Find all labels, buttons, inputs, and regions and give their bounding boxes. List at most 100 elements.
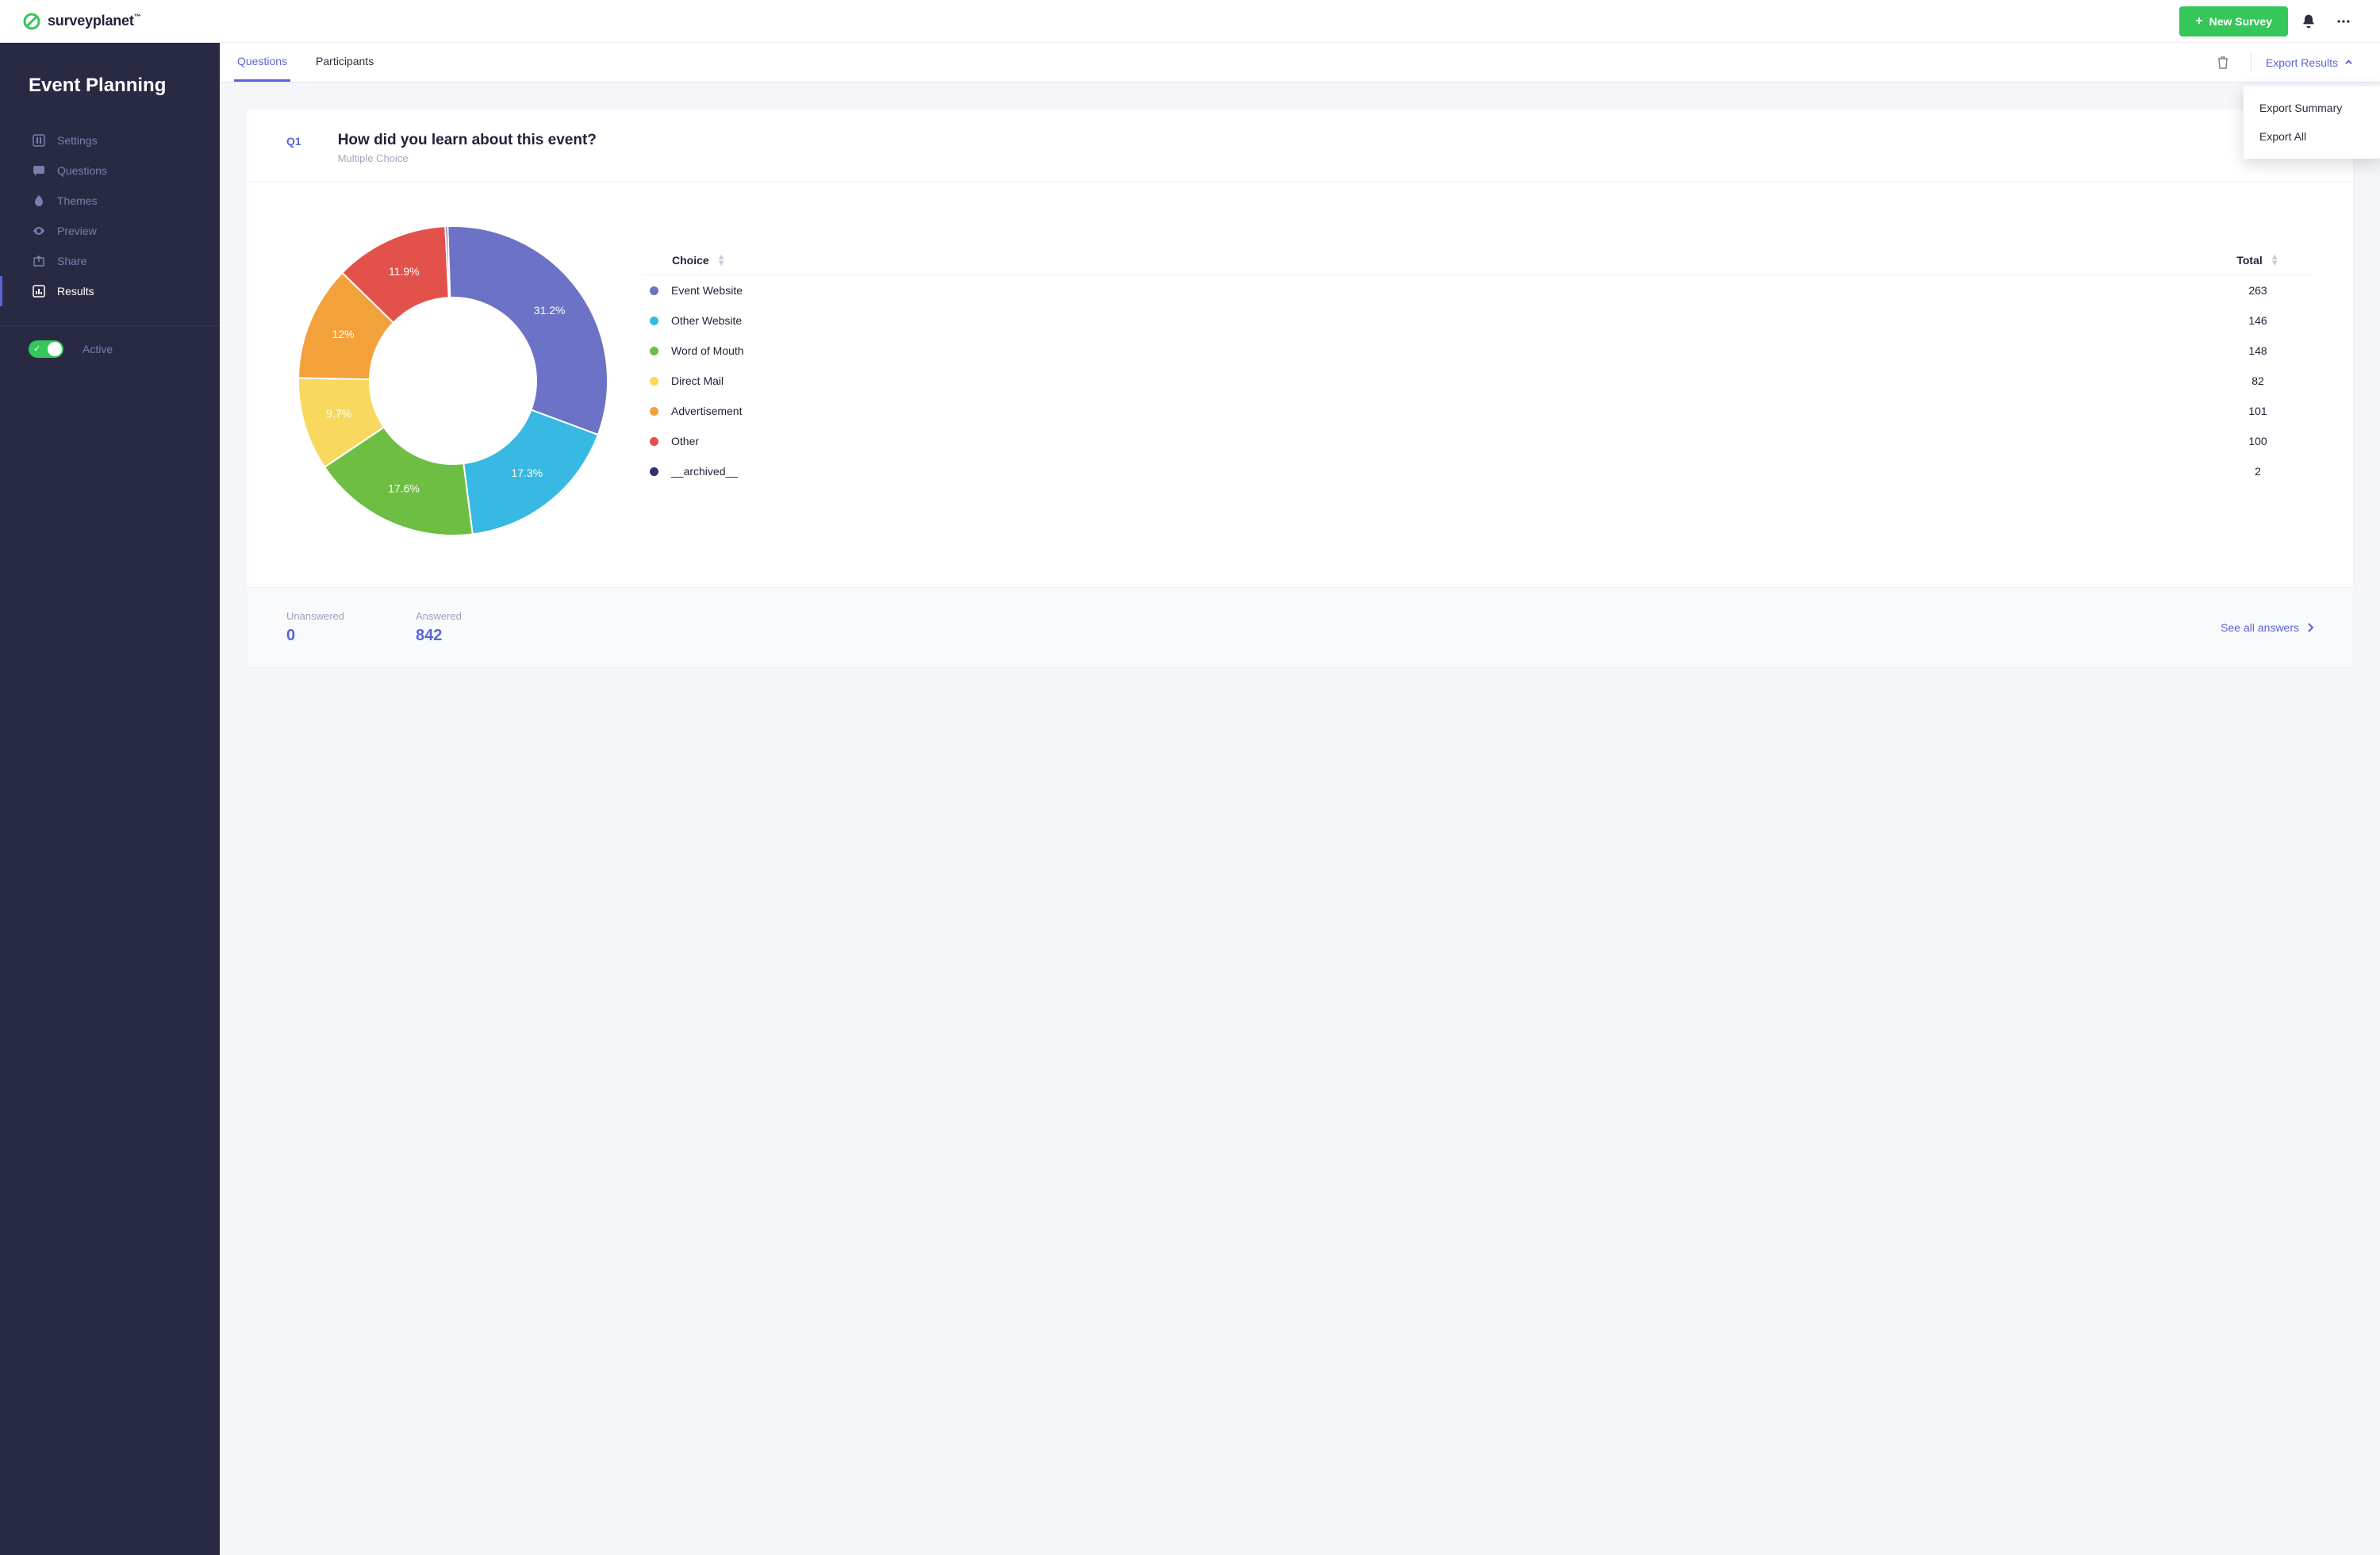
choice-label: Word of Mouth [671, 344, 744, 357]
export-results-button[interactable]: Export Results [2266, 56, 2353, 69]
delete-button[interactable] [2209, 49, 2236, 76]
see-all-label: See all answers [2221, 621, 2299, 634]
export-menu-label: Export Summary [2259, 102, 2342, 114]
stat-answered: Answered 842 [416, 610, 462, 645]
cell-total: 2 [2202, 465, 2313, 478]
table-row: Direct Mail 82 [643, 366, 2313, 396]
questions-icon [32, 163, 46, 178]
content: Q1 How did you learn about this event? M… [220, 83, 2380, 1555]
check-icon: ✓ [33, 344, 40, 354]
plus-icon: + [2195, 14, 2202, 29]
stat-label: Answered [416, 610, 462, 622]
preview-icon [32, 224, 46, 238]
cell-total: 101 [2202, 405, 2313, 417]
tab-participants[interactable]: Participants [313, 43, 377, 82]
results-table: Choice ▲▼ Total ▲▼ Event Website 263 Other… [643, 246, 2313, 486]
tab-questions[interactable]: Questions [234, 43, 290, 82]
export-results-menu: Export Summary Export All [2244, 86, 2380, 159]
main: Questions Participants Export Results Ex… [220, 43, 2380, 1555]
choice-label: Advertisement [671, 405, 742, 417]
sidebar-divider [0, 325, 220, 326]
cell-total: 263 [2202, 284, 2313, 297]
sidebar-nav: Settings Questions Themes Preview Share … [0, 119, 220, 306]
cell-choice: Other [643, 435, 2202, 447]
choice-label: Event Website [671, 284, 743, 297]
new-survey-button[interactable]: + New Survey [2179, 6, 2288, 36]
cell-choice: Word of Mouth [643, 344, 2202, 357]
cell-total: 148 [2202, 344, 2313, 357]
table-row: Other 100 [643, 426, 2313, 456]
export-summary-item[interactable]: Export Summary [2244, 94, 2380, 122]
new-survey-label: New Survey [2209, 15, 2272, 28]
slice-percent-label: 9.7% [326, 407, 351, 420]
slice-percent-label: 31.2% [534, 304, 566, 317]
stat-unanswered: Unanswered 0 [286, 610, 344, 645]
column-choice[interactable]: Choice ▲▼ [643, 254, 2202, 267]
subheader: Questions Participants Export Results Ex… [220, 43, 2380, 83]
question-card: Q1 How did you learn about this event? M… [247, 109, 2353, 667]
brand-logo[interactable]: surveyplanet™ [22, 12, 140, 31]
sidebar-item-settings[interactable]: Settings [0, 125, 220, 156]
legend-dot [650, 317, 658, 325]
choice-label: __archived__ [671, 465, 738, 478]
export-menu-label: Export All [2259, 130, 2306, 143]
cell-choice: __archived__ [643, 465, 2202, 478]
cell-choice: Other Website [643, 314, 2202, 327]
table-row: Other Website146 [643, 305, 2313, 336]
slice-percent-label: 17.6% [388, 482, 420, 494]
sidebar-item-questions[interactable]: Questions [0, 156, 220, 186]
tab-label: Questions [237, 55, 287, 67]
stat-value: 842 [416, 627, 462, 645]
table-header: Choice ▲▼ Total ▲▼ [643, 246, 2313, 275]
legend-dot [650, 377, 658, 386]
donut-slice [447, 226, 608, 435]
cell-total: 100 [2202, 435, 2313, 447]
active-toggle-label: Active [83, 343, 113, 355]
logo-mark-icon [22, 12, 41, 31]
sidebar-item-label: Questions [57, 164, 107, 177]
sidebar-item-results[interactable]: Results [0, 276, 220, 306]
dots-horizontal-icon [2336, 13, 2351, 29]
question-title: How did you learn about this event? [338, 132, 597, 149]
table-row: Advertisement 101 [643, 396, 2313, 426]
donut-chart: 31.2%17.3%17.6%9.7%12%11.9% [286, 222, 620, 539]
sort-icon: ▲▼ [717, 254, 726, 267]
cell-choice: Event Website [643, 284, 2202, 297]
choice-label: Other [671, 435, 699, 447]
export-all-item[interactable]: Export All [2244, 122, 2380, 151]
sidebar-item-label: Share [57, 255, 86, 267]
active-toggle-row: ✓ Active [0, 340, 220, 358]
cell-choice: Advertisement [643, 405, 2202, 417]
settings-icon [32, 133, 46, 148]
legend-dot [650, 437, 658, 446]
more-menu-button[interactable] [2329, 7, 2358, 36]
table-row: Event Website 263 [643, 275, 2313, 305]
results-tabs: Questions Participants [234, 43, 377, 82]
column-total[interactable]: Total ▲▼ [2202, 254, 2313, 267]
sidebar-item-label: Settings [57, 134, 98, 147]
toggle-knob [48, 342, 62, 356]
export-results-label: Export Results [2266, 56, 2338, 69]
stat-label: Unanswered [286, 610, 344, 622]
sort-icon: ▲▼ [2271, 254, 2279, 267]
table-row: Word of Mouth 148 [643, 336, 2313, 366]
sidebar-item-themes[interactable]: Themes [0, 186, 220, 216]
cell-total: 82 [2202, 374, 2313, 387]
sidebar-item-label: Themes [57, 194, 98, 207]
choice-label: Direct Mail [671, 374, 724, 387]
bell-icon [2301, 13, 2317, 29]
notifications-button[interactable] [2294, 7, 2323, 36]
legend-dot [650, 407, 658, 416]
active-toggle[interactable]: ✓ [29, 340, 63, 358]
legend-dot [650, 286, 658, 295]
question-body: 31.2%17.3%17.6%9.7%12%11.9% Choice ▲▼ To… [247, 182, 2353, 587]
sidebar-item-share[interactable]: Share [0, 246, 220, 276]
sidebar-item-preview[interactable]: Preview [0, 216, 220, 246]
sidebar-item-label: Results [57, 285, 94, 298]
column-label: Total [2236, 254, 2262, 267]
see-all-answers-link[interactable]: See all answers [2221, 621, 2313, 634]
question-type: Multiple Choice [338, 152, 597, 164]
topbar: surveyplanet™ + New Survey [0, 0, 2380, 43]
cell-total: 146 [2202, 314, 2313, 327]
share-icon [32, 254, 46, 268]
